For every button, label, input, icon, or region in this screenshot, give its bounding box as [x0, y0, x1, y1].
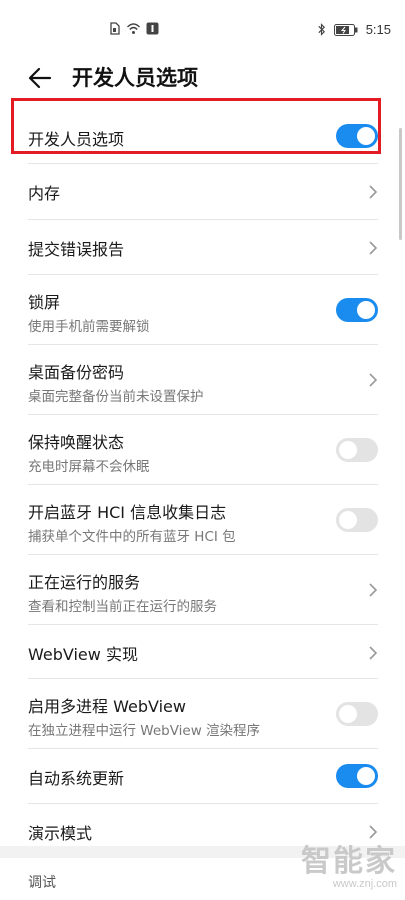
wifi-icon	[127, 23, 140, 34]
setting-bug-report[interactable]: 提交错误报告	[28, 220, 378, 275]
stay-awake-toggle[interactable]	[336, 438, 378, 462]
status-bar: 5:15	[0, 0, 405, 60]
status-icons-left	[108, 22, 159, 35]
setting-lock-screen[interactable]: 锁屏 使用手机前需要解锁	[28, 275, 378, 345]
setting-running-services[interactable]: 正在运行的服务 查看和控制当前正在运行的服务	[28, 555, 378, 625]
row-subtitle: 查看和控制当前正在运行的服务	[28, 599, 217, 615]
chevron-right-icon	[369, 241, 378, 255]
bluetooth-hci-log-toggle[interactable]	[336, 508, 378, 532]
setting-multiprocess-webview[interactable]: 启用多进程 WebView 在独立进程中运行 WebView 渲染程序	[28, 679, 378, 749]
chevron-right-icon	[369, 185, 378, 199]
bluetooth-icon	[318, 23, 325, 36]
back-arrow-icon[interactable]	[26, 64, 54, 92]
row-subtitle: 桌面完整备份当前未设置保护	[28, 389, 204, 405]
chevron-right-icon	[369, 583, 378, 597]
auto-system-update-toggle[interactable]	[336, 764, 378, 788]
toggle-knob	[357, 767, 375, 785]
row-subtitle: 在独立进程中运行 WebView 渲染程序	[28, 723, 261, 739]
highlight-annotation	[11, 98, 381, 154]
row-title: 开启蓝牙 HCI 信息收集日志	[28, 503, 227, 522]
watermark-logo-text: 智能家	[301, 844, 397, 879]
row-subtitle: 使用手机前需要解锁	[28, 319, 150, 335]
clock: 5:15	[365, 22, 391, 37]
row-title: 锁屏	[28, 293, 61, 312]
toggle-knob	[357, 301, 375, 319]
row-title: 保持唤醒状态	[28, 433, 125, 452]
setting-bluetooth-hci-log[interactable]: 开启蓝牙 HCI 信息收集日志 捕获单个文件中的所有蓝牙 HCI 包	[28, 485, 378, 555]
watermark: 智能家 www.znj.com	[301, 844, 397, 891]
setting-webview-implementation[interactable]: WebView 实现	[28, 625, 378, 679]
settings-list: 开发人员选项 内存 提交错误报告 锁屏 使用手机前需要解锁 桌面备份密码 桌面完…	[0, 108, 405, 858]
page-title: 开发人员选项	[72, 66, 198, 90]
row-title: 自动系统更新	[28, 769, 125, 788]
row-title: 提交错误报告	[28, 240, 125, 259]
chevron-right-icon	[369, 825, 378, 839]
row-title: 桌面备份密码	[28, 363, 125, 382]
row-title: 内存	[28, 184, 61, 203]
setting-stay-awake[interactable]: 保持唤醒状态 充电时屏幕不会休眠	[28, 415, 378, 485]
setting-memory[interactable]: 内存	[28, 164, 378, 220]
setting-desktop-backup-password[interactable]: 桌面备份密码 桌面完整备份当前未设置保护	[28, 345, 378, 415]
chevron-right-icon	[369, 373, 378, 387]
row-subtitle: 充电时屏幕不会休眠	[28, 459, 150, 475]
toggle-knob	[339, 705, 357, 723]
toggle-knob	[339, 441, 357, 459]
setting-auto-system-update[interactable]: 自动系统更新	[28, 749, 378, 804]
sim-icon	[110, 22, 120, 35]
status-icons-right: 5:15	[317, 22, 391, 37]
watermark-url: www.znj.com	[332, 878, 397, 890]
row-title: 正在运行的服务	[28, 573, 141, 592]
lock-screen-toggle[interactable]	[336, 298, 378, 322]
notification-icon	[146, 22, 159, 35]
row-subtitle: 捕获单个文件中的所有蓝牙 HCI 包	[28, 529, 236, 545]
chevron-right-icon	[369, 646, 378, 660]
battery-icon	[333, 23, 358, 36]
toggle-knob	[339, 511, 357, 529]
row-title: WebView 实现	[28, 645, 138, 664]
app-header: 开发人员选项	[0, 58, 405, 100]
section-header-debug: 调试	[28, 875, 56, 891]
row-title: 启用多进程 WebView	[28, 697, 186, 716]
row-title: 演示模式	[28, 824, 93, 843]
multiprocess-webview-toggle[interactable]	[336, 702, 378, 726]
